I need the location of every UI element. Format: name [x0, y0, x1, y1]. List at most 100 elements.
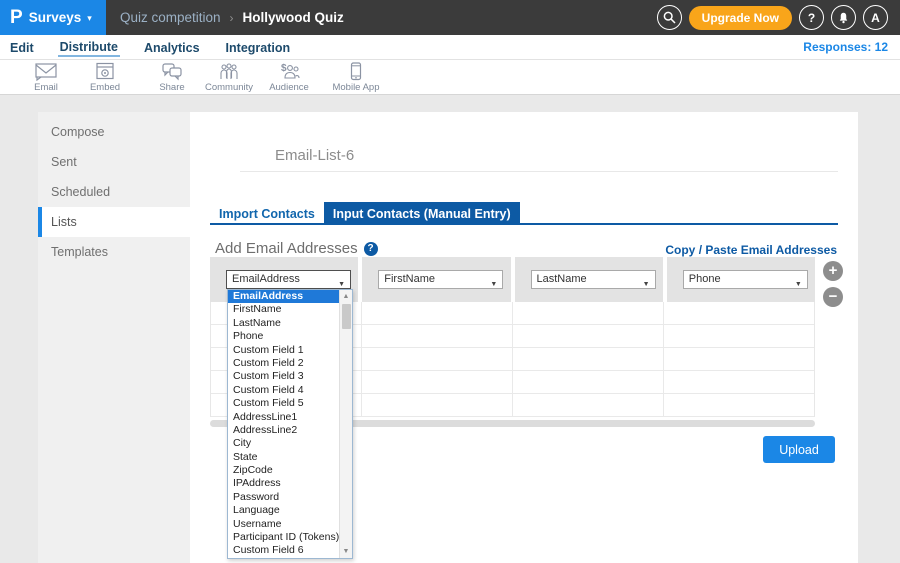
upgrade-now-button[interactable]: Upgrade Now [689, 6, 792, 30]
column-field-select-2[interactable]: FirstName ▼ [378, 270, 503, 289]
contact-cell[interactable] [513, 371, 664, 393]
notifications-button[interactable] [831, 5, 856, 30]
dropdown-option[interactable]: LastName [228, 317, 352, 330]
nav-item-analytics[interactable]: Analytics [142, 38, 202, 56]
contacts-tabbar: Import Contacts Input Contacts (Manual E… [210, 202, 838, 225]
dropdown-option[interactable]: Custom Field 6 [228, 544, 352, 557]
contact-cell[interactable] [362, 302, 513, 324]
select-caret-icon: ▼ [338, 276, 345, 289]
contact-cell[interactable] [664, 348, 814, 370]
contact-cell[interactable] [513, 325, 664, 347]
breadcrumb: Quiz competition › Hollywood Quiz [120, 0, 344, 35]
dropdown-scrollbar[interactable]: ▲ ▼ [339, 290, 352, 558]
dropdown-option[interactable]: FirstName [228, 303, 352, 316]
topbar-actions: Upgrade Now ? A [657, 0, 888, 35]
dropdown-option[interactable]: Username [228, 518, 352, 531]
contact-cell[interactable] [664, 302, 814, 324]
scroll-up-icon[interactable]: ▲ [340, 290, 352, 303]
copy-paste-email-addresses-link[interactable]: Copy / Paste Email Addresses [665, 243, 837, 257]
select-value: Phone [689, 273, 721, 285]
remove-column-button[interactable]: − [823, 287, 843, 307]
select-caret-icon: ▼ [643, 276, 650, 289]
select-value: EmailAddress [232, 273, 300, 285]
svg-text:$: $ [281, 63, 287, 74]
column-field-select-3[interactable]: LastName ▼ [531, 270, 656, 289]
dropdown-option[interactable]: IPAddress [228, 477, 352, 490]
contact-cell[interactable] [362, 348, 513, 370]
dropdown-option[interactable]: Custom Field 5 [228, 397, 352, 410]
heading-text: Add Email Addresses [215, 240, 358, 257]
dropdown-scrollbar-thumb[interactable] [342, 304, 351, 329]
tab-import-contacts[interactable]: Import Contacts [210, 202, 324, 223]
questionpro-logo-icon: P [10, 0, 23, 35]
share-icon [161, 62, 183, 81]
plus-icon: + [829, 262, 838, 279]
sidebar-item-scheduled[interactable]: Scheduled [38, 177, 190, 207]
dropdown-option[interactable]: Custom Field 2 [228, 357, 352, 370]
dropdown-option[interactable]: Custom Field 1 [228, 344, 352, 357]
dropdown-option[interactable]: Password [228, 491, 352, 504]
contact-cell[interactable] [513, 394, 664, 416]
contact-cell[interactable] [513, 348, 664, 370]
nav-item-distribute[interactable]: Distribute [58, 37, 120, 57]
column-field-select-1[interactable]: EmailAddress ▼ [226, 270, 351, 289]
contact-cell[interactable] [362, 394, 513, 416]
contact-cell[interactable] [513, 302, 664, 324]
help-tooltip-icon[interactable]: ? [364, 242, 378, 256]
contact-cell[interactable] [362, 371, 513, 393]
add-column-button[interactable]: + [823, 261, 843, 281]
dropdown-option[interactable]: AddressLine1 [228, 411, 352, 424]
toolbar-item-embed[interactable]: Embed [70, 62, 140, 93]
surveys-menu-button[interactable]: P Surveys ▾ [0, 0, 106, 35]
sidebar-item-sent[interactable]: Sent [38, 147, 190, 177]
toolbar-item-mobile-app[interactable]: Mobile App [321, 62, 391, 93]
dropdown-option[interactable]: ZipCode [228, 464, 352, 477]
toolbar-label: Share [159, 82, 184, 93]
sidebar-item-compose[interactable]: Compose [38, 117, 190, 147]
dropdown-option[interactable]: Custom Field 4 [228, 384, 352, 397]
nav-item-edit[interactable]: Edit [8, 38, 36, 56]
nav-item-integration[interactable]: Integration [224, 38, 293, 56]
contact-cell[interactable] [664, 394, 814, 416]
header-cell-3: LastName ▼ [515, 257, 663, 302]
contact-cell[interactable] [664, 371, 814, 393]
breadcrumb-current: Hollywood Quiz [243, 10, 344, 25]
column-field-select-4[interactable]: Phone ▼ [683, 270, 808, 289]
questionpro-app: P Surveys ▾ Quiz competition › Hollywood… [0, 0, 900, 563]
field-dropdown-open: EmailAddress FirstName LastName Phone Cu… [227, 289, 353, 559]
sidebar-item-templates[interactable]: Templates [38, 237, 190, 267]
contact-cell[interactable] [664, 325, 814, 347]
toolbar-label: Email [34, 82, 58, 93]
survey-nav: Edit Distribute Analytics Integration Re… [0, 35, 900, 60]
breadcrumb-separator-icon: › [230, 11, 234, 25]
tab-input-contacts-manual-entry[interactable]: Input Contacts (Manual Entry) [324, 202, 520, 223]
caret-down-icon: ▾ [87, 13, 92, 24]
dropdown-option[interactable]: Custom Field 3 [228, 370, 352, 383]
dropdown-option-selected[interactable]: EmailAddress [228, 290, 352, 303]
sidebar-item-lists[interactable]: Lists [38, 207, 190, 237]
select-value: LastName [537, 273, 587, 285]
scroll-down-icon[interactable]: ▼ [340, 545, 352, 558]
responses-count[interactable]: Responses: 12 [803, 40, 888, 54]
breadcrumb-parent-link[interactable]: Quiz competition [120, 10, 221, 25]
toolbar-item-audience[interactable]: $ Audience [254, 62, 324, 93]
contact-cell[interactable] [362, 325, 513, 347]
dropdown-option[interactable]: AddressLine2 [228, 424, 352, 437]
upload-button[interactable]: Upload [763, 436, 835, 463]
dropdown-option[interactable]: Language [228, 504, 352, 517]
help-button[interactable]: ? [799, 5, 824, 30]
dropdown-option[interactable]: Phone [228, 330, 352, 343]
surveys-label: Surveys [29, 10, 82, 25]
title-divider [240, 171, 838, 172]
email-sidebar: Compose Sent Scheduled Lists Templates [38, 112, 190, 563]
account-button[interactable]: A [863, 5, 888, 30]
search-button[interactable] [657, 5, 682, 30]
dropdown-option[interactable]: State [228, 451, 352, 464]
minus-icon: − [829, 288, 838, 305]
select-value: FirstName [384, 273, 435, 285]
dropdown-option[interactable]: Participant ID (Tokens) [228, 531, 352, 544]
email-list-title: Email-List-6 [275, 147, 354, 164]
mobile-app-icon [350, 62, 362, 81]
toolbar-label: Embed [90, 82, 120, 93]
dropdown-option[interactable]: City [228, 437, 352, 450]
